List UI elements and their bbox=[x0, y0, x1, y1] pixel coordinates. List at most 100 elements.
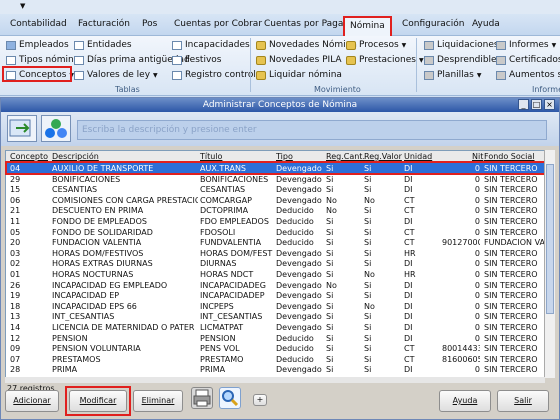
table-cell: INT_CESANTIAS bbox=[200, 312, 263, 322]
tab-cuentas-pagar[interactable]: Cuentas por Pagar bbox=[264, 19, 347, 29]
header-tipo[interactable]: Tipo bbox=[276, 152, 293, 161]
horizontal-scrollbar[interactable] bbox=[5, 377, 545, 383]
table-row[interactable]: 19 INCAPACIDAD EP INCAPACIDADEP Devengado Si… bbox=[6, 290, 544, 301]
header-concepto[interactable]: Concepto bbox=[10, 152, 48, 161]
table-cell: SIN TERCERO bbox=[484, 344, 538, 354]
table-cell: 07 bbox=[10, 354, 21, 364]
liquidaciones-button[interactable]: Liquidaciones bbox=[424, 40, 499, 50]
table-row[interactable]: 15 CESANTIAS CESANTIAS Devengado Si Si DI 0 SIN … bbox=[6, 184, 544, 195]
table-row[interactable]: 06 COMISIONES CON CARGA PRESTACIO COMCARGA… bbox=[6, 195, 544, 206]
header-descripcion[interactable]: Descripción bbox=[52, 152, 99, 161]
table-cell: SIN TERCERO bbox=[484, 354, 538, 364]
quick-access-dropdown-icon[interactable]: ▼ bbox=[20, 2, 25, 10]
tab-nomina[interactable]: Nómina bbox=[343, 16, 392, 36]
table-cell: CT bbox=[404, 344, 415, 354]
vertical-scrollbar[interactable] bbox=[544, 150, 555, 378]
header-unidad[interactable]: Unidad bbox=[404, 152, 432, 161]
novedades-pila-button[interactable]: Novedades PILA bbox=[256, 55, 342, 65]
table-cell: Si bbox=[326, 270, 334, 279]
table-cell: Si bbox=[326, 291, 334, 301]
printer-icon bbox=[496, 70, 506, 80]
ayuda-button[interactable]: Ayuda bbox=[439, 390, 491, 412]
header-fondo-social[interactable]: Fondo Social bbox=[484, 152, 535, 161]
planillas-button[interactable]: Planillas ▼ bbox=[424, 70, 481, 80]
table-row[interactable]: 14 LICENCIA DE MATERNIDAD O PATER LICMATPA… bbox=[6, 322, 544, 333]
dropdown-icon: ▼ bbox=[401, 41, 407, 49]
table-row[interactable]: 05 FONDO DE SOLIDARIDAD FDOSOLI Deducido Si S… bbox=[6, 227, 544, 238]
entidades-button[interactable]: Entidades bbox=[74, 40, 132, 50]
magnifier-icon[interactable] bbox=[219, 387, 241, 409]
search-input[interactable]: Escriba la descripción y presione enter bbox=[77, 120, 547, 140]
procesos-button[interactable]: Procesos ▼ bbox=[346, 40, 406, 50]
tab-cuentas-cobrar[interactable]: Cuentas por Cobrar bbox=[174, 19, 262, 29]
table-row[interactable]: 01 HORAS NOCTURNAS HORAS NDCT Devengado Si No… bbox=[6, 269, 544, 280]
table-row[interactable]: 21 DESCUENTO EN PRIMA DCTOPRIMA Deducido No S… bbox=[6, 205, 544, 216]
table-cell: Devengado bbox=[276, 270, 322, 279]
eliminar-button[interactable]: Eliminar bbox=[133, 390, 183, 412]
desprendibles-button[interactable]: Desprendibles bbox=[424, 55, 501, 65]
table-row[interactable]: 07 PRESTAMOS PRESTAMO Deducido Si Si CT 8160060… bbox=[6, 354, 544, 365]
salir-button[interactable]: Salir bbox=[497, 390, 549, 412]
table-icon bbox=[74, 55, 84, 65]
adicionar-button[interactable]: Adicionar bbox=[5, 390, 59, 412]
header-reg-valor[interactable]: Reg.Valor bbox=[364, 152, 402, 161]
minimize-icon[interactable]: _ bbox=[518, 99, 529, 110]
table-row[interactable]: 12 PENSION PENSION Deducido Si Si DI 0 SIN TERCE… bbox=[6, 333, 544, 344]
table-cell: Si bbox=[326, 259, 334, 269]
printer-icon bbox=[424, 70, 434, 80]
key-icon bbox=[346, 55, 356, 65]
table-row[interactable]: 09 PENSION VOLUNTARIA PENS VOL Deducido Si Si… bbox=[6, 343, 544, 354]
table-row[interactable]: 20 FUNDACION VALENTIA FUNDVALENTIA Deducido… bbox=[6, 237, 544, 248]
informes-button[interactable]: Informes ▼ bbox=[496, 40, 556, 50]
tab-facturacion[interactable]: Facturación bbox=[78, 19, 130, 29]
tab-pos[interactable]: Pos bbox=[142, 19, 157, 29]
registro-control-button[interactable]: Registro control bbox=[172, 70, 256, 80]
table-row[interactable]: 13 INT_CESANTIAS INT_CESANTIAS Devengado Si S… bbox=[6, 311, 544, 322]
liquidar-nomina-button[interactable]: Liquidar nómina bbox=[256, 70, 342, 80]
table-cell: 0 bbox=[474, 333, 480, 343]
certificados-button[interactable]: Certificados▼ bbox=[496, 55, 560, 65]
tab-ayuda[interactable]: Ayuda bbox=[472, 19, 500, 29]
restore-icon[interactable]: □ bbox=[531, 99, 542, 110]
table-cell: SIN TERCERO bbox=[484, 259, 538, 269]
table-row[interactable]: 26 INCAPACIDAD EG EMPLEADO INCAPACIDADEG De… bbox=[6, 280, 544, 291]
tab-contabilidad[interactable]: Contabilidad bbox=[10, 19, 67, 29]
table-row[interactable]: 11 FONDO DE EMPLEADOS FDO EMPLEADOS Deducid… bbox=[6, 216, 544, 227]
close-icon[interactable]: × bbox=[544, 99, 555, 110]
table-cell: DI bbox=[404, 365, 413, 375]
tipos-nomina-button[interactable]: Tipos nómina bbox=[6, 55, 79, 65]
table-row[interactable]: 03 HORAS DOM/FESTIVOS HORAS DOM/FEST Deveng… bbox=[6, 248, 544, 259]
valores-ley-button[interactable]: Valores de ley ▼ bbox=[74, 70, 158, 80]
table-row[interactable]: 28 PRIMA PRIMA Devengado Si Si DI 0 SIN TERCERO bbox=[6, 364, 544, 375]
table-row[interactable]: 02 HORAS EXTRAS DIURNAS DIURNAS Devengado Si… bbox=[6, 258, 544, 269]
highlight-conceptos bbox=[2, 66, 72, 82]
table-cell: No bbox=[364, 301, 375, 311]
header-reg-cant[interactable]: Reg.Cant. bbox=[326, 152, 365, 161]
add-small-button[interactable]: + bbox=[253, 394, 267, 406]
table-cell: FDO EMPLEADOS bbox=[200, 217, 269, 226]
tab-configuracion[interactable]: Configuración bbox=[402, 19, 464, 29]
table-cell: Si bbox=[364, 333, 372, 343]
table-row[interactable]: 29 BONIFICACIONES BONIFICACIONES Devengado S… bbox=[6, 174, 544, 185]
prestaciones-button[interactable]: Prestaciones ▼ bbox=[346, 55, 424, 65]
table-cell: FDOSOLI bbox=[200, 227, 236, 237]
scroll-thumb[interactable] bbox=[546, 164, 554, 314]
header-titulo[interactable]: Título bbox=[200, 152, 222, 161]
aumentos-button[interactable]: Aumentos sue bbox=[496, 70, 560, 80]
table-cell: SIN TERCERO bbox=[484, 174, 538, 184]
table-cell: Si bbox=[326, 344, 334, 354]
empleados-button[interactable]: Empleados bbox=[6, 40, 69, 50]
novedades-nomina-button[interactable]: Novedades Nómina bbox=[256, 40, 357, 50]
go-arrow-icon[interactable] bbox=[7, 115, 37, 142]
festivos-button[interactable]: Festivos bbox=[172, 55, 221, 65]
table-cell: 0 bbox=[474, 301, 480, 311]
molecule-icon[interactable] bbox=[41, 115, 71, 142]
table-cell: FUNDACION VAL bbox=[484, 238, 544, 248]
header-nit[interactable]: Nit bbox=[472, 152, 483, 161]
window-controls: _ □ × bbox=[518, 99, 555, 110]
table-cell: Devengado bbox=[276, 312, 322, 322]
incapacidades-button[interactable]: Incapacidades bbox=[172, 40, 250, 50]
table-row[interactable]: 18 INCAPACIDAD EPS 66 INCPEPS Devengado Si No… bbox=[6, 301, 544, 312]
printer-icon[interactable] bbox=[191, 387, 213, 409]
table-cell: Deducido bbox=[276, 227, 314, 237]
